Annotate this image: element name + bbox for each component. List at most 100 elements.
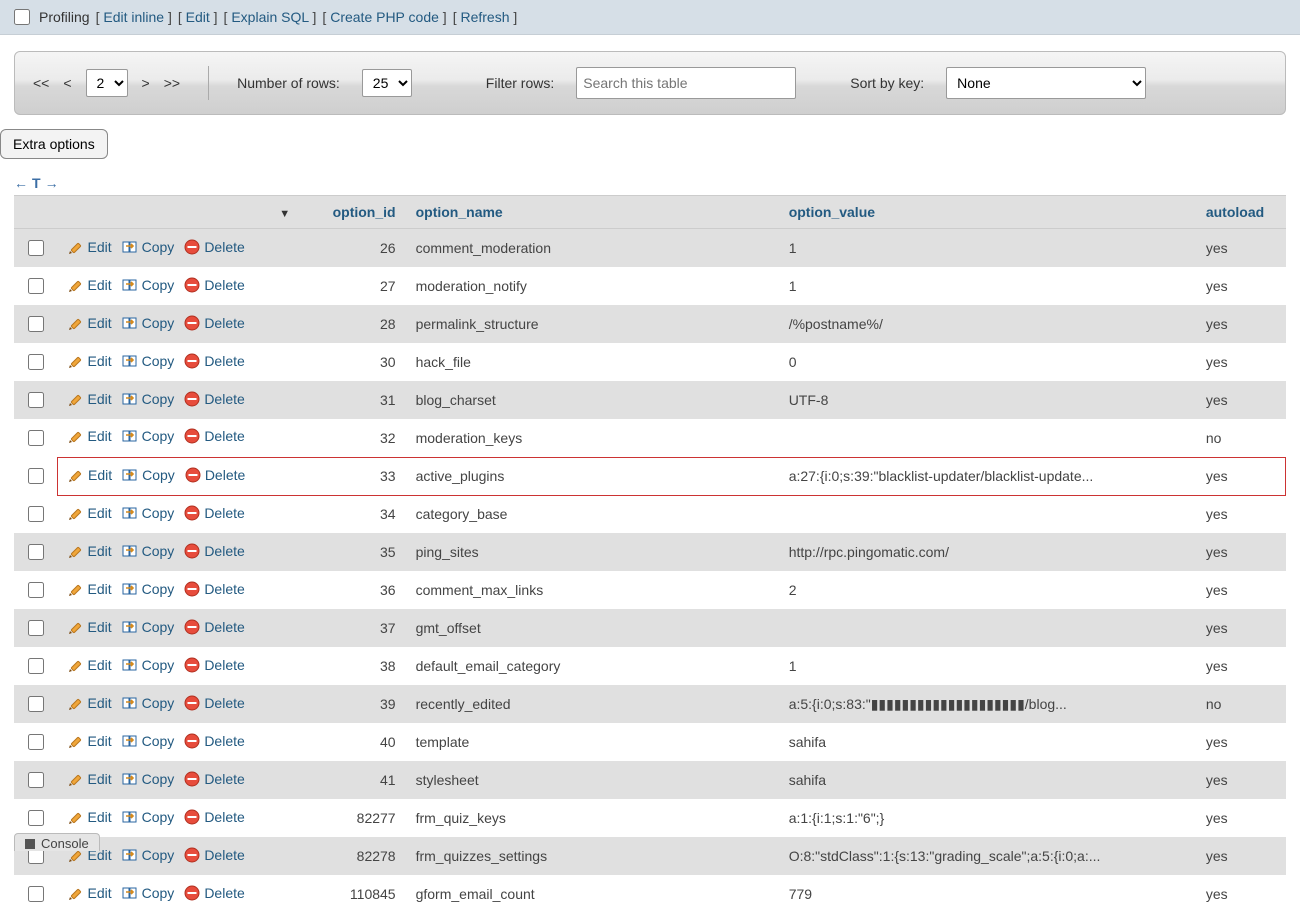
edit-action[interactable]: Edit <box>68 505 112 521</box>
page-last[interactable]: >> <box>164 75 180 91</box>
row-checkbox[interactable] <box>28 582 44 598</box>
copy-action[interactable]: Copy <box>122 353 175 369</box>
copy-action[interactable]: Copy <box>122 809 175 825</box>
row-checkbox[interactable] <box>28 544 44 560</box>
actions-dropdown-icon[interactable]: ▼ <box>279 208 290 220</box>
copy-action[interactable]: Copy <box>122 885 175 901</box>
delete-action[interactable]: Delete <box>185 467 245 483</box>
cell-option-id: 28 <box>306 305 405 343</box>
row-checkbox[interactable] <box>28 772 44 788</box>
copy-action[interactable]: Copy <box>122 695 175 711</box>
copy-action[interactable]: Copy <box>122 467 175 483</box>
minus-circle-icon <box>184 239 200 255</box>
row-checkbox[interactable] <box>28 620 44 636</box>
copy-action[interactable]: Copy <box>122 315 175 331</box>
edit-action[interactable]: Edit <box>68 543 112 559</box>
sort-key-select[interactable]: None <box>946 67 1146 99</box>
edit-action[interactable]: Edit <box>68 353 112 369</box>
edit-action[interactable]: Edit <box>68 277 112 293</box>
delete-action[interactable]: Delete <box>184 809 244 825</box>
link-edit[interactable]: Edit <box>186 9 210 25</box>
edit-action[interactable]: Edit <box>68 239 112 255</box>
col-autoload[interactable]: autoload <box>1196 196 1286 229</box>
copy-action[interactable]: Copy <box>122 771 175 787</box>
cell-option-name: comment_max_links <box>406 571 779 609</box>
row-checkbox[interactable] <box>28 316 44 332</box>
col-actions[interactable]: ▼ <box>58 196 307 229</box>
link-explain-sql[interactable]: Explain SQL <box>231 9 308 25</box>
delete-action[interactable]: Delete <box>184 771 244 787</box>
delete-action[interactable]: Delete <box>184 885 244 901</box>
copy-action[interactable]: Copy <box>122 543 175 559</box>
delete-action[interactable]: Delete <box>184 581 244 597</box>
delete-action[interactable]: Delete <box>184 315 244 331</box>
copy-action[interactable]: Copy <box>122 581 175 597</box>
copy-action[interactable]: Copy <box>122 428 175 444</box>
edit-action[interactable]: Edit <box>68 733 112 749</box>
edit-action[interactable]: Edit <box>68 657 112 673</box>
cell-option-name: template <box>406 723 779 761</box>
edit-action[interactable]: Edit <box>68 809 112 825</box>
delete-action[interactable]: Delete <box>184 657 244 673</box>
page-next[interactable]: > <box>142 75 150 91</box>
row-checkbox[interactable] <box>28 886 44 902</box>
edit-action[interactable]: Edit <box>68 428 112 444</box>
edit-action[interactable]: Edit <box>68 885 112 901</box>
copy-action[interactable]: Copy <box>122 847 175 863</box>
row-checkbox[interactable] <box>28 810 44 826</box>
edit-action[interactable]: Edit <box>68 315 112 331</box>
console-tab[interactable]: Console <box>14 833 100 851</box>
profiling-checkbox[interactable] <box>14 9 30 25</box>
edit-action[interactable]: Edit <box>68 619 112 635</box>
filter-input[interactable] <box>576 67 796 99</box>
row-checkbox[interactable] <box>28 696 44 712</box>
col-option-id[interactable]: option_id <box>306 196 405 229</box>
row-checkbox[interactable] <box>28 240 44 256</box>
row-checkbox[interactable] <box>28 354 44 370</box>
delete-action[interactable]: Delete <box>184 505 244 521</box>
col-option-value[interactable]: option_value <box>779 196 1196 229</box>
page-select[interactable]: 2 <box>86 69 128 97</box>
delete-action[interactable]: Delete <box>184 353 244 369</box>
rows-select[interactable]: 25 <box>362 69 412 97</box>
copy-action[interactable]: Copy <box>122 505 175 521</box>
edit-action[interactable]: Edit <box>68 771 112 787</box>
row-checkbox[interactable] <box>28 658 44 674</box>
copy-action[interactable]: Copy <box>122 391 175 407</box>
link-refresh[interactable]: Refresh <box>460 9 509 25</box>
copy-action[interactable]: Copy <box>122 277 175 293</box>
row-checkbox[interactable] <box>28 734 44 750</box>
row-checkbox[interactable] <box>28 430 44 446</box>
delete-action[interactable]: Delete <box>184 391 244 407</box>
row-checkbox[interactable] <box>28 392 44 408</box>
row-checkbox[interactable] <box>28 278 44 294</box>
delete-action[interactable]: Delete <box>184 695 244 711</box>
col-option-name[interactable]: option_name <box>406 196 779 229</box>
edit-action[interactable]: Edit <box>68 695 112 711</box>
page-prev[interactable]: < <box>63 75 71 91</box>
copy-action[interactable]: Copy <box>122 733 175 749</box>
edit-action[interactable]: Edit <box>68 391 112 407</box>
minus-circle-icon <box>184 505 200 521</box>
copy-action[interactable]: Copy <box>122 619 175 635</box>
delete-action[interactable]: Delete <box>184 277 244 293</box>
text-direction-toggle[interactable]: ← T → <box>0 159 1300 195</box>
edit-action[interactable]: Edit <box>68 581 112 597</box>
row-checkbox[interactable] <box>28 506 44 522</box>
copy-action[interactable]: Copy <box>122 239 175 255</box>
link-create-php[interactable]: Create PHP code <box>330 9 439 25</box>
delete-action[interactable]: Delete <box>184 847 244 863</box>
delete-action[interactable]: Delete <box>184 733 244 749</box>
delete-action[interactable]: Delete <box>184 239 244 255</box>
extra-options-button[interactable]: Extra options <box>0 129 108 159</box>
delete-action[interactable]: Delete <box>184 543 244 559</box>
delete-action[interactable]: Delete <box>184 428 244 444</box>
row-checkbox[interactable] <box>28 468 44 484</box>
cell-option-id: 30 <box>306 343 405 381</box>
link-edit-inline[interactable]: Edit inline <box>103 9 164 25</box>
copy-action[interactable]: Copy <box>122 657 175 673</box>
page-first[interactable]: << <box>33 75 49 91</box>
cell-option-id: 37 <box>306 609 405 647</box>
delete-action[interactable]: Delete <box>184 619 244 635</box>
edit-action[interactable]: Edit <box>68 467 112 483</box>
